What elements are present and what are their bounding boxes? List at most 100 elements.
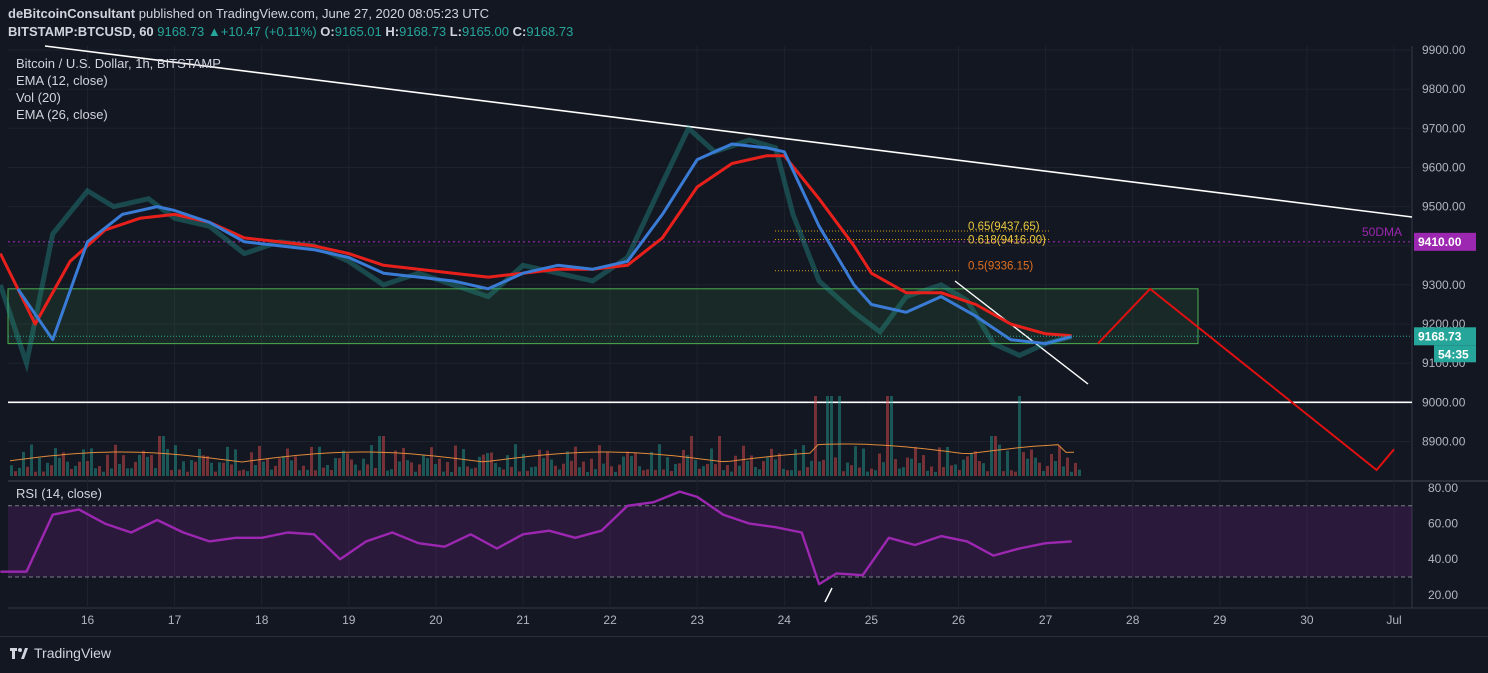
volume-bar: [698, 468, 701, 476]
volume-bar: [166, 449, 169, 476]
legend-ema26[interactable]: EMA (26, close): [16, 107, 108, 122]
volume-bar: [302, 465, 305, 476]
volume-bar: [494, 463, 497, 476]
volume-bar: [674, 463, 677, 476]
volume-bar: [194, 461, 197, 476]
volume-bar: [638, 466, 641, 476]
volume-bar: [362, 458, 365, 476]
volume-bar: [858, 467, 861, 476]
time-tick-label: 26: [952, 613, 966, 627]
volume-bar: [462, 449, 465, 476]
volume-bar: [1054, 461, 1057, 476]
volume-bar: [350, 459, 353, 476]
volume-bar: [270, 469, 273, 476]
volume-bar: [438, 458, 441, 476]
price-tick-label: 8900.00: [1422, 435, 1466, 449]
volume-bar: [1038, 462, 1041, 476]
volume-bar: [662, 469, 665, 476]
volume-bar: [378, 436, 381, 476]
volume-bar: [958, 470, 961, 476]
volume-bar: [510, 466, 513, 476]
volume-bar: [382, 436, 385, 476]
volume-bar: [898, 468, 901, 476]
volume-bar: [366, 464, 369, 476]
volume-bar: [282, 456, 285, 476]
price-pane: [8, 46, 1412, 478]
volume-bar: [534, 466, 537, 476]
volume-bar: [590, 458, 593, 476]
volume-bar: [34, 471, 37, 476]
volume-bar: [98, 466, 101, 476]
volume-bar: [274, 465, 277, 476]
volume-bar: [658, 444, 661, 476]
volume-bar: [262, 461, 265, 476]
volume-bar: [634, 452, 637, 476]
volume-bar: [230, 464, 233, 476]
volume-bar: [258, 445, 261, 476]
volume-bar: [594, 469, 597, 476]
legend-vol[interactable]: Vol (20): [16, 90, 61, 105]
volume-bar: [850, 465, 853, 476]
volume-bar: [50, 465, 53, 476]
volume-bar: [58, 457, 61, 476]
volume-bar: [622, 456, 625, 476]
volume-bar: [526, 470, 529, 476]
volume-bar: [306, 469, 309, 476]
volume-bar: [290, 460, 293, 476]
legend-title[interactable]: Bitcoin / U.S. Dollar, 1h, BITSTAMP: [16, 56, 221, 71]
time-tick-label: 24: [778, 613, 792, 627]
volume-bar: [298, 470, 301, 476]
volume-bar: [486, 452, 489, 476]
volume-bar: [226, 446, 229, 476]
volume-bar: [806, 467, 809, 476]
volume-bar: [394, 450, 397, 476]
volume-bar: [702, 466, 705, 476]
legend-ema12[interactable]: EMA (12, close): [16, 73, 108, 88]
volume-bar: [714, 464, 717, 476]
volume-bar: [318, 446, 321, 476]
volume-bar: [770, 448, 773, 476]
volume-bar: [234, 449, 237, 476]
volume-bar: [286, 448, 289, 476]
volume-bar: [422, 454, 425, 476]
volume-bar: [746, 460, 749, 476]
volume-bar: [342, 450, 345, 476]
time-tick-label: 28: [1126, 613, 1140, 627]
volume-bar: [182, 461, 185, 476]
volume-bar: [938, 447, 941, 476]
volume-bar: [498, 467, 501, 476]
volume-bar: [130, 468, 133, 476]
chart-canvas[interactable]: 9900.009800.009700.009600.009500.009400.…: [0, 0, 1488, 636]
volume-bar: [330, 470, 333, 476]
volume-bar: [70, 469, 73, 476]
volume-bar: [830, 396, 833, 476]
volume-bar: [970, 452, 973, 476]
volume-bar: [338, 458, 341, 476]
fib-level-label: 0.5(9336.15): [968, 261, 1033, 273]
volume-bar: [914, 446, 917, 476]
volume-bar: [878, 453, 881, 476]
volume-bar: [122, 455, 125, 476]
volume-bar: [706, 463, 709, 476]
tradingview-logo[interactable]: TradingView: [10, 645, 111, 661]
time-tick-label: 23: [691, 613, 705, 627]
footer: TradingView: [0, 636, 1488, 673]
rsi-tick-label: 20.00: [1428, 588, 1458, 602]
time-tick-label: 29: [1213, 613, 1227, 627]
volume-bar: [834, 457, 837, 476]
volume-bar: [918, 462, 921, 476]
volume-bar: [942, 467, 945, 476]
volume-bar: [854, 446, 857, 476]
volume-bar: [146, 456, 149, 476]
volume-bar: [390, 469, 393, 476]
volume-bar: [478, 456, 481, 476]
legend-rsi[interactable]: RSI (14, close): [16, 486, 102, 501]
volume-bar: [810, 460, 813, 476]
volume-bar: [870, 468, 873, 476]
rsi-tick-label: 80.00: [1428, 481, 1458, 495]
volume-bar: [370, 445, 373, 476]
time-tick-label: 18: [255, 613, 269, 627]
volume-bar: [482, 454, 485, 476]
volume-bar: [186, 471, 189, 476]
volume-bar: [518, 471, 521, 476]
